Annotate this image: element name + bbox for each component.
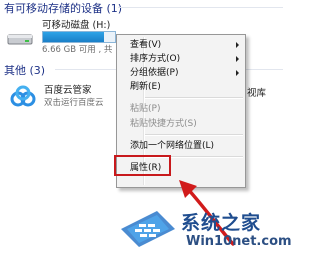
baidu-cloud-icon[interactable] (8, 82, 38, 112)
drive-capacity-fill (43, 32, 105, 42)
menu-item-refresh[interactable]: 刷新(E) (130, 80, 161, 94)
removable-drive-icon[interactable] (6, 26, 34, 50)
app-name[interactable]: 百度云管家 (44, 82, 92, 96)
submenu-arrow-icon (236, 42, 239, 48)
menu-separator (145, 97, 243, 99)
removable-group-header[interactable]: 有可移动存储的设备 (1) (4, 0, 122, 16)
menu-item-label: 分组依据(P) (130, 68, 179, 78)
other-group-header[interactable]: 其他 (3) (4, 62, 45, 78)
menu-item-label: 排序方式(O) (130, 54, 181, 64)
watermark-title: 系统之家 (181, 212, 262, 234)
drive-size-text: 6.66 GB 可用 , 共 (42, 45, 113, 55)
menu-item-label: 查看(V) (130, 40, 162, 50)
drive-capacity-bar (42, 31, 116, 43)
menu-item-paste[interactable]: 粘贴(P) (130, 102, 160, 116)
group-divider (118, 7, 283, 8)
menu-item-group-by[interactable]: 分组依据(P) (130, 66, 242, 80)
properties-highlight-box (114, 155, 171, 176)
menu-item-sort-by[interactable]: 排序方式(O) (130, 52, 242, 66)
app-subtitle: 双击运行百度云 (44, 98, 104, 108)
menu-item-add-network-location[interactable]: 添加一个网络位置(L) (130, 139, 214, 153)
submenu-arrow-icon (236, 70, 239, 76)
menu-item-view[interactable]: 查看(V) (130, 38, 242, 52)
watermark-url: Win10net.com (186, 234, 292, 249)
menu-item-paste-shortcut[interactable]: 粘贴快捷方式(S) (130, 117, 197, 131)
menu-separator (145, 134, 243, 136)
partial-item-label[interactable]: 视库 (247, 85, 266, 99)
submenu-arrow-icon (236, 56, 239, 62)
watermark-logo-icon (121, 211, 175, 247)
drive-name[interactable]: 可移动磁盘 (H:) (42, 17, 110, 31)
